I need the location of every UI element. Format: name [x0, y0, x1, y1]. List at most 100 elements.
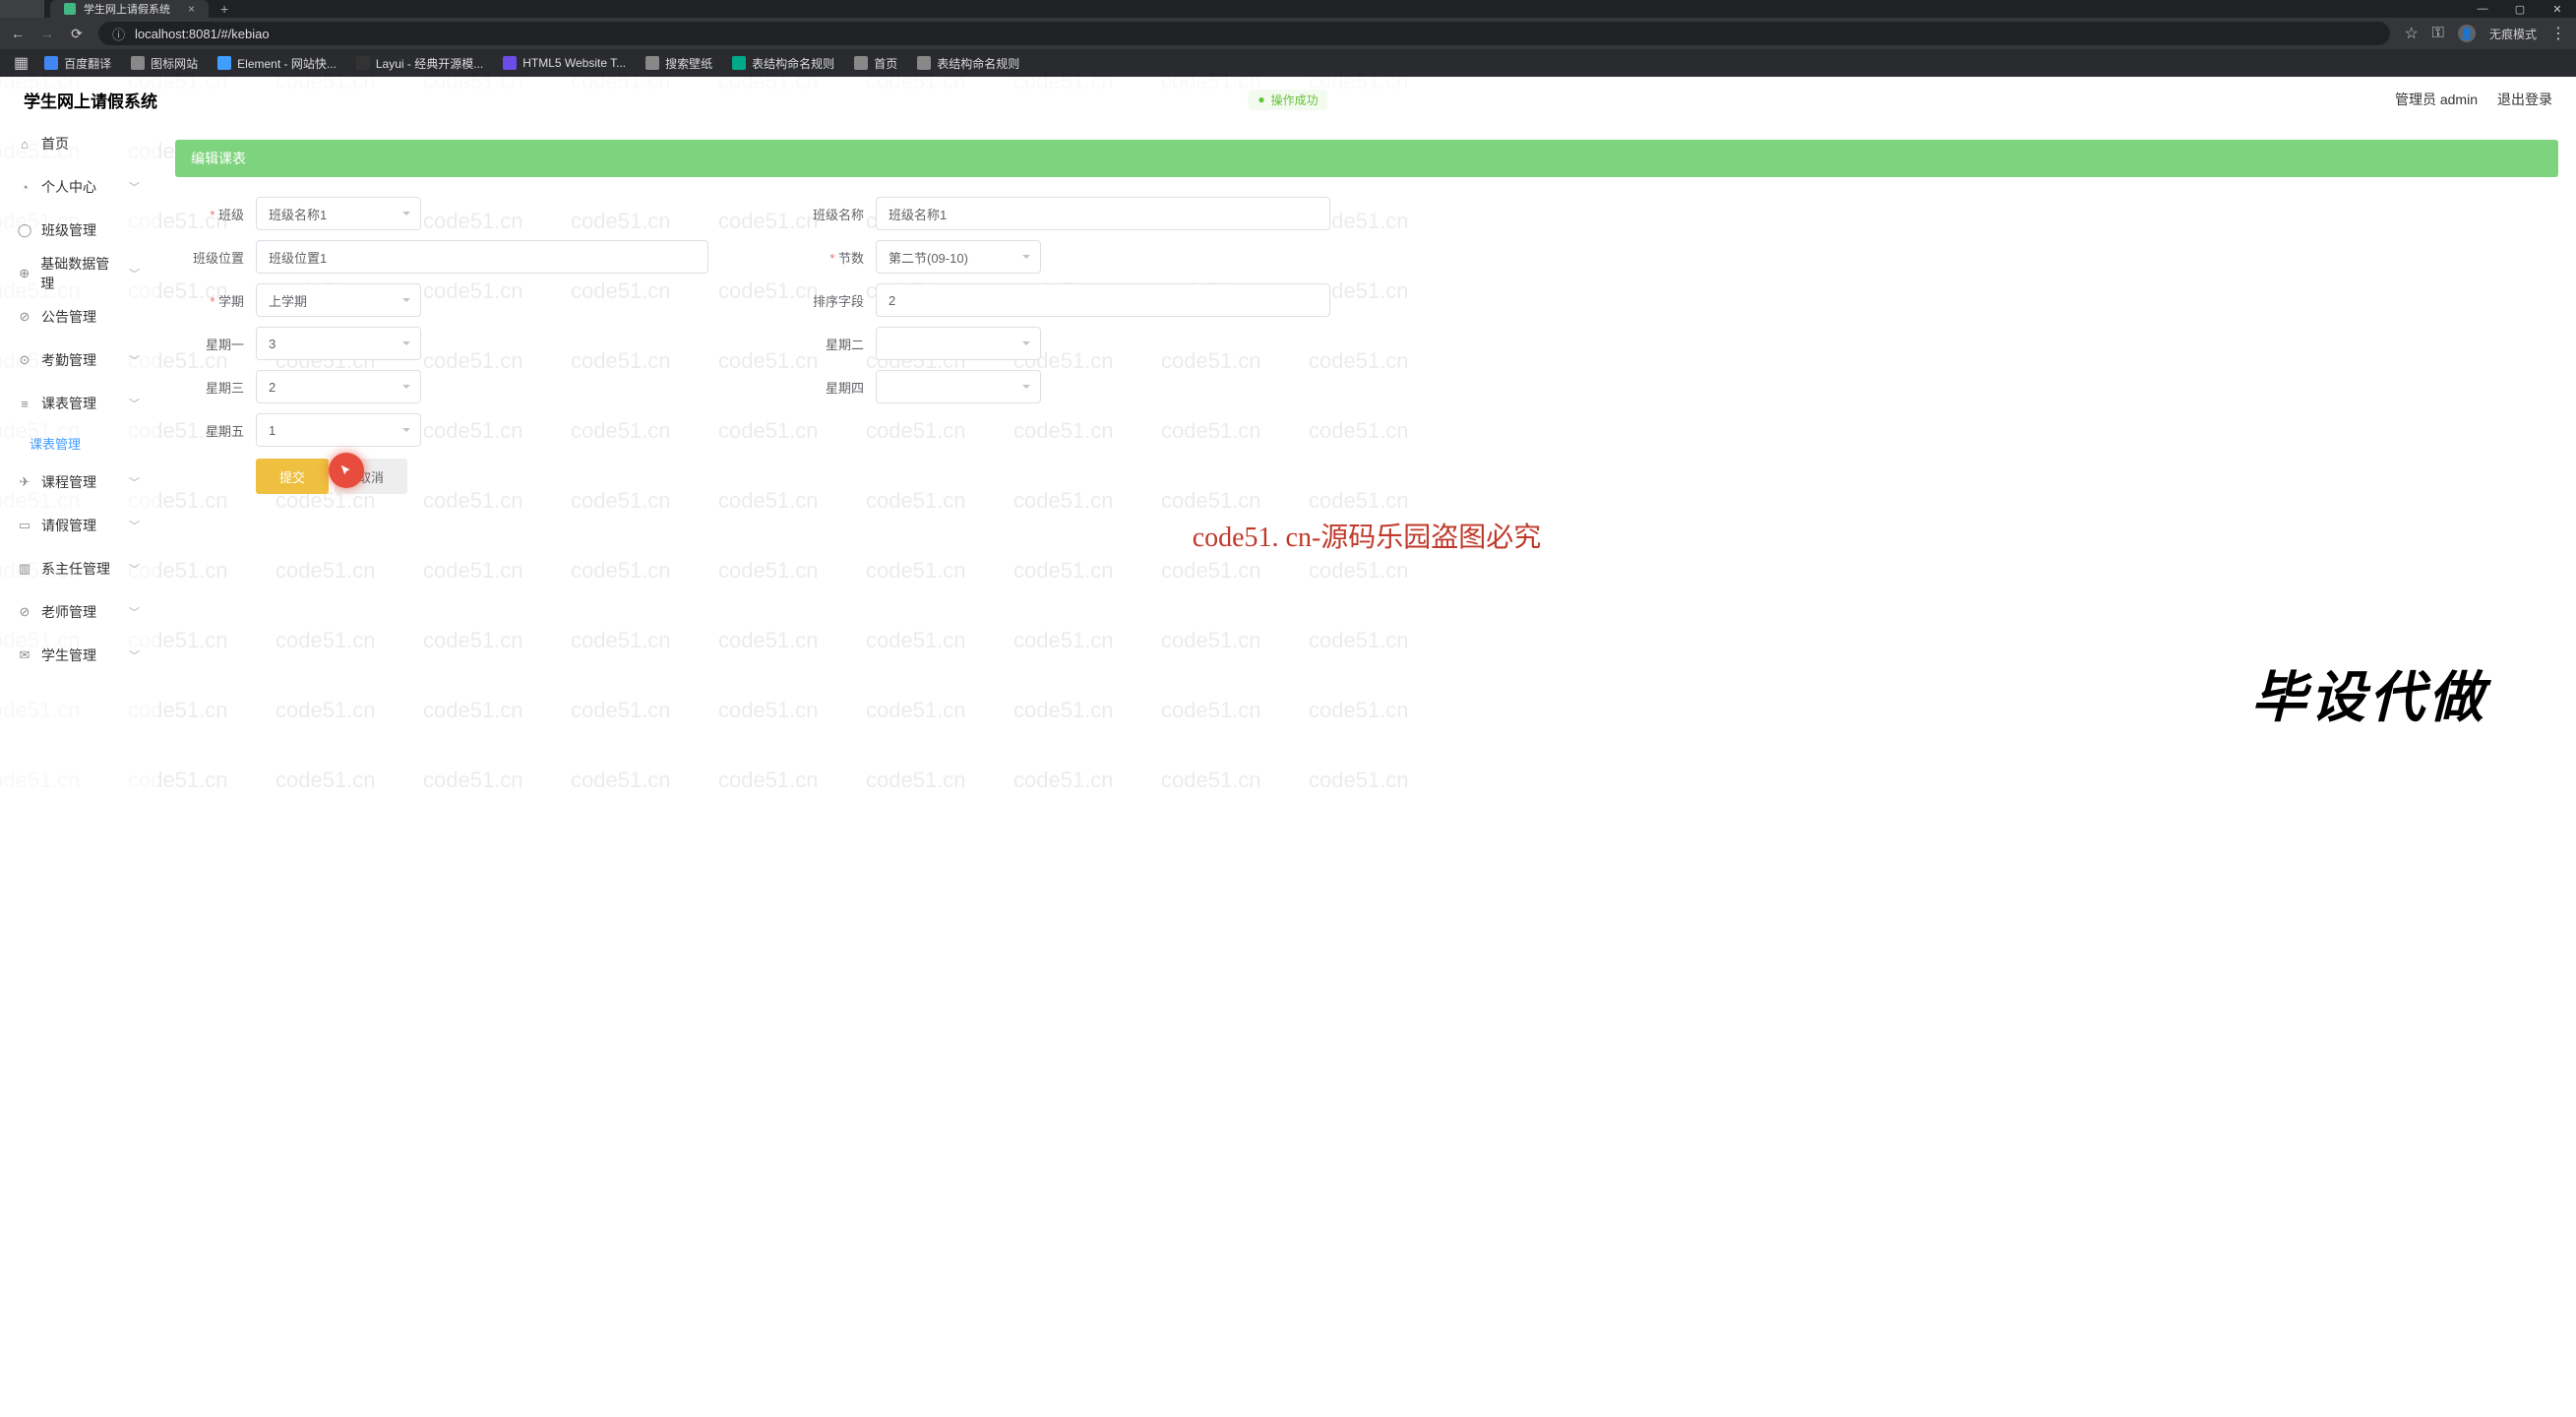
section-label: 节数: [795, 248, 876, 267]
new-tab-button[interactable]: +: [209, 1, 240, 17]
classpos-input[interactable]: [256, 240, 708, 274]
bookmark-favicon-icon: [732, 56, 746, 70]
bookmark-item[interactable]: 百度翻译: [36, 52, 119, 74]
tab-title: 学生网上请假系统: [84, 1, 170, 17]
bookmark-item[interactable]: 表结构命名规则: [724, 52, 842, 74]
sidebar-item[interactable]: ⊘ 公告管理: [0, 295, 157, 339]
window-min-icon[interactable]: —: [2464, 3, 2501, 16]
page-title: 编辑课表: [175, 140, 2558, 177]
bookmark-label: Layui - 经典开源模...: [376, 55, 483, 72]
sidebar-item[interactable]: ⊙ 考勤管理 ﹀: [0, 339, 157, 382]
sidebar-label: 首页: [41, 134, 69, 154]
tue-select[interactable]: [876, 327, 1041, 360]
bookmark-label: 表结构命名规则: [937, 55, 1019, 72]
sort-input[interactable]: [876, 283, 1330, 317]
bookmark-label: 表结构命名规则: [752, 55, 834, 72]
sidebar-item[interactable]: ✈课程管理﹀: [0, 461, 157, 504]
site-info-icon[interactable]: ⓘ: [112, 25, 125, 43]
favicon-icon: [64, 3, 76, 15]
sidebar-label: 学生管理: [41, 646, 96, 665]
bookmark-label: Element - 网站快...: [237, 55, 337, 72]
sidebar: ⌂首页◔个人中心﹀◯班级管理⊕基础数据管理﹀⊘公告管理⊙考勤管理﹀≡课表管理﹀课…: [0, 122, 157, 811]
mon-label: 星期一: [175, 335, 256, 353]
sidebar-label: 考勤管理: [41, 350, 96, 370]
cursor-indicator-icon: [329, 453, 364, 488]
window-max-icon[interactable]: ▢: [2501, 3, 2539, 16]
bookmark-favicon-icon: [356, 56, 370, 70]
app-logo: 学生网上请假系统: [24, 88, 157, 112]
sidebar-label: 公告管理: [41, 307, 96, 327]
sidebar-label: 基础数据管理: [40, 254, 119, 293]
nav-forward-icon[interactable]: →: [39, 26, 55, 41]
submit-button[interactable]: 提交: [256, 459, 329, 494]
sidebar-item[interactable]: ⊘老师管理﹀: [0, 590, 157, 634]
promo-text: 毕设代做: [2251, 653, 2487, 733]
sidebar-item[interactable]: ⊕基础数据管理﹀: [0, 252, 157, 295]
bookmark-item[interactable]: 表结构命名规则: [909, 52, 1027, 74]
bookmark-favicon-icon: [44, 56, 58, 70]
classname-label: 班级名称: [795, 205, 876, 223]
class-select[interactable]: 班级名称1: [256, 197, 421, 230]
sidebar-icon: ⊙: [18, 353, 31, 367]
url-input[interactable]: ⓘ localhost:8081/#/kebiao: [98, 22, 2390, 45]
app-header: 学生网上请假系统 操作成功 管理员 admin 退出登录: [0, 77, 2576, 122]
key-icon[interactable]: ⚿: [2432, 25, 2444, 42]
nav-back-icon[interactable]: ←: [10, 26, 26, 41]
main-content: 编辑课表 班级 班级名称1 班级名称 班级位置: [157, 122, 2576, 811]
bookmark-label: 搜索壁纸: [665, 55, 712, 72]
bookmark-favicon-icon: [854, 56, 868, 70]
sidebar-item[interactable]: ◯班级管理: [0, 209, 157, 252]
sidebar-icon: ▥: [18, 562, 31, 576]
profile-avatar-icon[interactable]: 👤: [2458, 25, 2476, 42]
term-select[interactable]: 上学期: [256, 283, 421, 317]
bookmark-label: 首页: [874, 55, 897, 72]
classname-input[interactable]: [876, 197, 1330, 230]
sidebar-label: 课程管理: [41, 472, 96, 492]
window-close-icon[interactable]: ✕: [2539, 3, 2576, 16]
current-user: 管理员 admin: [2395, 90, 2478, 109]
schedule-form: 班级 班级名称1 班级名称 班级位置 节数 第二节(09-: [175, 197, 2558, 494]
sidebar-icon: ◯: [18, 223, 31, 237]
classpos-label: 班级位置: [175, 248, 256, 267]
nav-reload-icon[interactable]: ⟳: [69, 26, 85, 41]
bookmark-star-icon[interactable]: ☆: [2404, 24, 2418, 43]
bookmark-item[interactable]: 搜索壁纸: [638, 52, 720, 74]
apps-icon[interactable]: ▦: [10, 53, 32, 73]
bookmark-favicon-icon: [503, 56, 517, 70]
wed-select[interactable]: 2: [256, 370, 421, 403]
sidebar-item[interactable]: ✉学生管理﹀: [0, 634, 157, 677]
bookmark-item[interactable]: 图标网站: [123, 52, 206, 74]
sidebar-icon: ▭: [18, 519, 31, 532]
bookmark-label: HTML5 Website T...: [522, 56, 626, 70]
mon-select[interactable]: 3: [256, 327, 421, 360]
bookmark-item[interactable]: 首页: [846, 52, 905, 74]
sidebar-item[interactable]: ≡课表管理﹀: [0, 382, 157, 425]
sidebar-label: 老师管理: [41, 602, 96, 622]
menu-icon[interactable]: ⋮: [2550, 24, 2566, 43]
browser-address-bar: ← → ⟳ ⓘ localhost:8081/#/kebiao ☆ ⚿ 👤 无痕…: [0, 18, 2576, 49]
thu-select[interactable]: [876, 370, 1041, 403]
chevron-down-icon: ﹀: [129, 179, 140, 195]
logout-link[interactable]: 退出登录: [2497, 90, 2552, 109]
bookmark-item[interactable]: Layui - 经典开源模...: [348, 52, 491, 74]
sidebar-item[interactable]: ◔个人中心﹀: [0, 165, 157, 209]
sidebar-item[interactable]: ▥系主任管理﹀: [0, 547, 157, 590]
bookmark-item[interactable]: Element - 网站快...: [210, 52, 344, 74]
sidebar-icon: ◔: [18, 180, 31, 194]
bookmark-item[interactable]: HTML5 Website T...: [495, 52, 634, 74]
fri-select[interactable]: 1: [256, 413, 421, 447]
sidebar-icon: ✈: [18, 475, 31, 489]
section-select[interactable]: 第二节(09-10): [876, 240, 1041, 274]
sidebar-item[interactable]: ⌂首页: [0, 122, 157, 165]
sidebar-subitem[interactable]: 课表管理: [0, 425, 157, 461]
tab-close-icon[interactable]: ×: [188, 2, 195, 16]
sidebar-icon: ⊘: [18, 310, 31, 324]
bookmarks-bar: ▦ 百度翻译图标网站 Element - 网站快... Layui - 经典开源模.…: [0, 49, 2576, 77]
sidebar-icon: ⊘: [18, 605, 31, 619]
sidebar-label: 课表管理: [41, 394, 96, 413]
sidebar-item[interactable]: ▭请假管理﹀: [0, 504, 157, 547]
bookmark-label: 百度翻译: [64, 55, 111, 72]
chevron-down-icon: ﹀: [129, 352, 140, 368]
bookmark-favicon-icon: [645, 56, 659, 70]
browser-tab[interactable]: 学生网上请假系统 ×: [50, 0, 209, 18]
